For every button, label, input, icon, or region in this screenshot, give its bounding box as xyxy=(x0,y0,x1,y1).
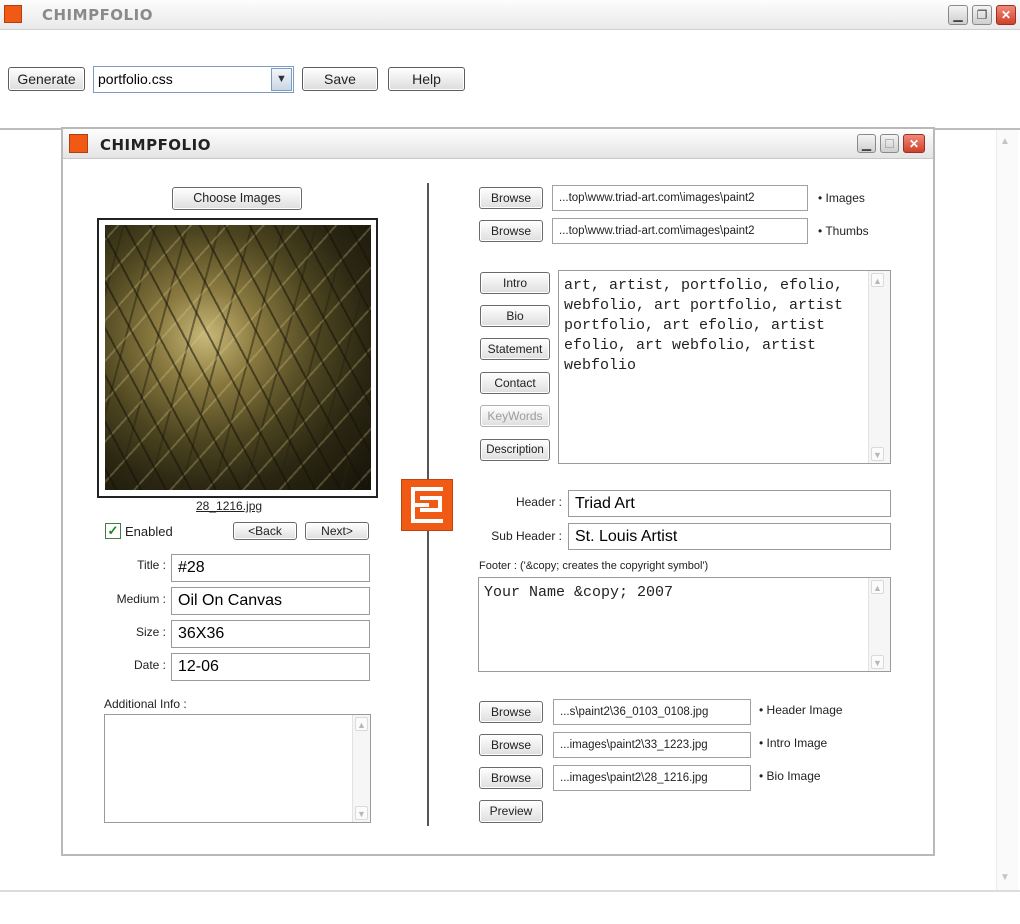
date-label: Date : xyxy=(133,658,166,672)
bio-image-path-field[interactable]: ...images\paint2\28_1216.jpg xyxy=(553,765,751,791)
content-scrollbar[interactable]: ▲ ▼ xyxy=(868,271,890,463)
app-title: CHIMPFOLIO xyxy=(42,6,153,24)
chevron-down-icon[interactable]: ▼ xyxy=(271,68,292,91)
scroll-down-icon[interactable]: ▼ xyxy=(871,447,884,461)
app-icon xyxy=(4,5,22,23)
images-browse-button[interactable]: Browse xyxy=(479,187,543,209)
contact-button[interactable]: Contact xyxy=(480,372,550,394)
dialog-maximize-icon[interactable]: ☐ xyxy=(880,134,899,153)
next-button[interactable]: Next> xyxy=(305,522,369,540)
restore-icon[interactable]: ❐ xyxy=(972,5,992,25)
choose-images-button[interactable]: Choose Images xyxy=(172,187,302,210)
content-text: art, artist, portfolio, efolio, webfolio… xyxy=(564,277,844,374)
save-button[interactable]: Save xyxy=(302,67,378,91)
scroll-up-icon[interactable]: ▲ xyxy=(1000,136,1010,147)
enabled-checkbox[interactable]: ✓ xyxy=(105,523,121,539)
chimpfolio-logo xyxy=(401,479,453,531)
header-image-browse-button[interactable]: Browse xyxy=(479,701,543,723)
additional-info-field[interactable]: ▲ ▼ xyxy=(104,714,371,823)
header-label: Header : xyxy=(515,495,562,509)
header-image-label: • Header Image xyxy=(759,703,843,717)
dialog-app-icon xyxy=(69,134,88,153)
css-select-value: portfolio.css xyxy=(98,71,173,87)
content-textarea[interactable]: art, artist, portfolio, efolio, webfolio… xyxy=(558,270,891,464)
scroll-up-icon[interactable]: ▲ xyxy=(871,580,884,594)
thumbs-path-field[interactable]: ...top\www.triad-art.com\images\paint2 xyxy=(552,218,808,244)
dialog-minimize-icon[interactable]: ▁ xyxy=(857,134,876,153)
main-scrollbar[interactable]: ▲ ▼ xyxy=(996,130,1018,890)
scroll-up-icon[interactable]: ▲ xyxy=(355,717,368,731)
intro-button[interactable]: Intro xyxy=(480,272,550,294)
bio-button[interactable]: Bio xyxy=(480,305,550,327)
scroll-down-icon[interactable]: ▼ xyxy=(871,655,884,669)
keywords-button[interactable]: KeyWords xyxy=(480,405,550,427)
header-image-path-field[interactable]: ...s\paint2\36_0103_0108.jpg xyxy=(553,699,751,725)
dialog-title: CHIMPFOLIO xyxy=(100,136,211,154)
scroll-up-icon[interactable]: ▲ xyxy=(871,273,884,287)
title-field[interactable]: #28 xyxy=(171,554,370,582)
close-icon[interactable]: ✕ xyxy=(996,5,1016,25)
intro-image-label: • Intro Image xyxy=(759,736,828,750)
medium-label: Medium : xyxy=(116,592,166,606)
painting-image xyxy=(105,225,371,490)
additional-info-label: Additional Info : xyxy=(104,697,187,711)
dialog-title-bar: CHIMPFOLIO ▁ ☐ ✕ xyxy=(63,129,933,159)
intro-image-browse-button[interactable]: Browse xyxy=(479,734,543,756)
images-path-label: • Images xyxy=(818,191,865,205)
size-label: Size : xyxy=(135,625,166,639)
description-button[interactable]: Description xyxy=(480,439,550,461)
subheader-label: Sub Header : xyxy=(491,529,562,543)
thumbs-path-label: • Thumbs xyxy=(818,224,869,238)
scroll-down-icon[interactable]: ▼ xyxy=(355,806,368,820)
intro-image-path-field[interactable]: ...images\paint2\33_1223.jpg xyxy=(553,732,751,758)
footer-text: Your Name &copy; 2007 xyxy=(484,584,674,601)
medium-field[interactable]: Oil On Canvas xyxy=(171,587,370,615)
bio-image-browse-button[interactable]: Browse xyxy=(479,767,543,789)
additional-info-scrollbar[interactable]: ▲ ▼ xyxy=(352,715,370,822)
app-title-bar: CHIMPFOLIO ▁ ❐ ✕ xyxy=(0,0,1020,30)
preview-button[interactable]: Preview xyxy=(479,800,543,823)
header-field[interactable]: Triad Art xyxy=(568,490,891,517)
title-label: Title : xyxy=(137,558,166,572)
footer-label: Footer : ('&copy; creates the copyright … xyxy=(479,560,709,572)
footer-scrollbar[interactable]: ▲ ▼ xyxy=(868,578,890,671)
subheader-field[interactable]: St. Louis Artist xyxy=(568,523,891,550)
back-button[interactable]: <Back xyxy=(233,522,297,540)
bio-image-label: • Bio Image xyxy=(759,769,821,783)
enabled-label: Enabled xyxy=(125,524,173,539)
bottom-divider xyxy=(0,890,1020,892)
scroll-down-icon[interactable]: ▼ xyxy=(1000,872,1010,883)
generate-button[interactable]: Generate xyxy=(8,67,85,91)
minimize-icon[interactable]: ▁ xyxy=(948,5,968,25)
dialog-close-icon[interactable]: ✕ xyxy=(903,134,925,153)
footer-textarea[interactable]: Your Name &copy; 2007 ▲ ▼ xyxy=(478,577,891,672)
images-path-field[interactable]: ...top\www.triad-art.com\images\paint2 xyxy=(552,185,808,211)
thumbs-browse-button[interactable]: Browse xyxy=(479,220,543,242)
date-field[interactable]: 12-06 xyxy=(171,653,370,681)
statement-button[interactable]: Statement xyxy=(480,338,550,360)
image-filename-link[interactable]: 28_1216.jpg xyxy=(196,499,262,513)
css-select[interactable]: portfolio.css ▼ xyxy=(93,66,294,93)
size-field[interactable]: 36X36 xyxy=(171,620,370,648)
help-button[interactable]: Help xyxy=(388,67,465,91)
